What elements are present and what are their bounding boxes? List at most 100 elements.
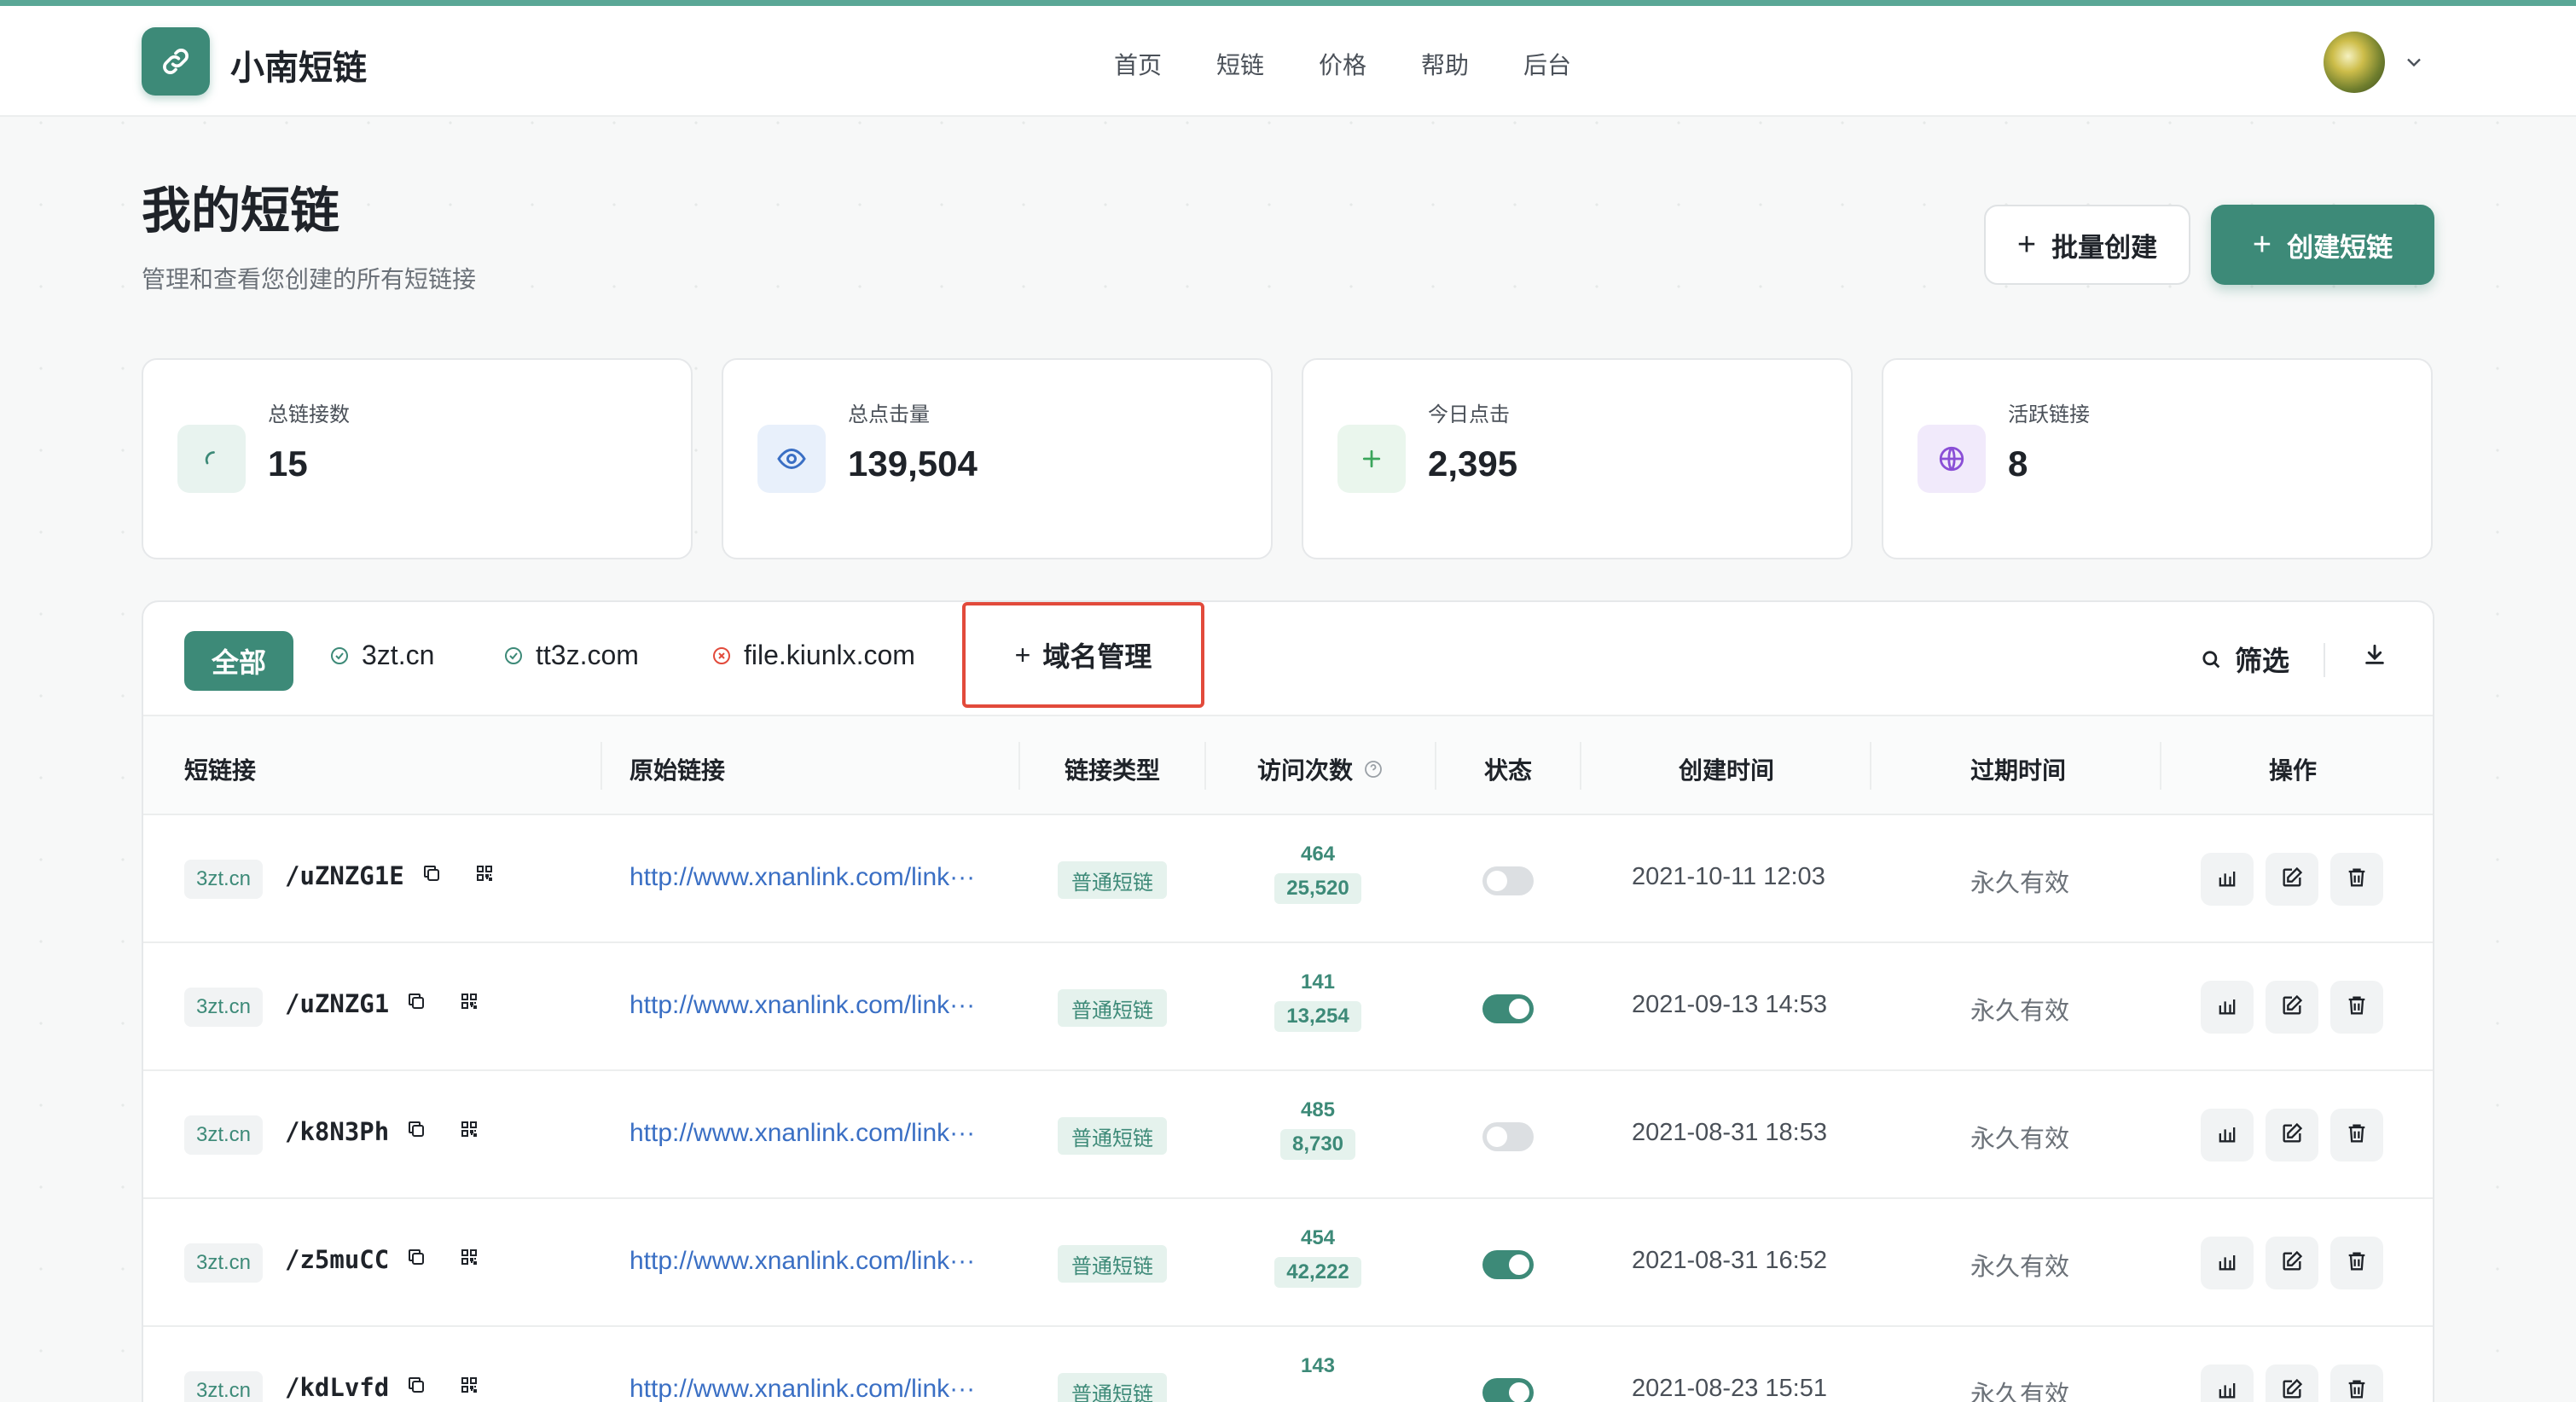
- nav-item-home[interactable]: 首页: [1114, 47, 1162, 81]
- edit-button[interactable]: [2266, 981, 2318, 1034]
- domain-badge: 3zt.cn: [184, 1371, 264, 1402]
- created-time: 2021-10-11 12:03: [1632, 863, 1825, 890]
- visits-today: 141: [1300, 970, 1336, 994]
- filter-label: 筛选: [2235, 646, 2290, 676]
- toggle-knob: [1509, 999, 1529, 1019]
- edit-button[interactable]: [2266, 1364, 2318, 1402]
- tab-domain-3zt[interactable]: 3zt.cn: [329, 640, 434, 671]
- domain-manage-label: 域名管理: [1042, 641, 1152, 672]
- stat-value: 2,395: [1428, 443, 1518, 484]
- short-code[interactable]: /uZNZG1E: [285, 861, 404, 890]
- column-header-link-type: 链接类型: [1065, 757, 1161, 784]
- help-circle-icon[interactable]: [1363, 759, 1384, 779]
- copy-icon[interactable]: [421, 863, 442, 888]
- qrcode-icon[interactable]: [459, 991, 479, 1016]
- table-row: 3zt.cn/k8N3Ph http://www.xnanlink.com/lin…: [143, 1071, 2433, 1199]
- qrcode-icon[interactable]: [459, 1247, 479, 1272]
- eye-icon: [757, 425, 826, 493]
- original-link[interactable]: http://www.xnanlink.com/link···: [629, 863, 975, 892]
- original-link[interactable]: http://www.xnanlink.com/link···: [629, 991, 975, 1020]
- nav-item-links[interactable]: 短链: [1216, 47, 1264, 81]
- stat-label: 总点击量: [848, 403, 930, 426]
- create-link-button[interactable]: + 创建短链: [2211, 205, 2434, 285]
- tab-all[interactable]: 全部: [184, 631, 293, 691]
- toggle-knob: [1509, 1254, 1529, 1275]
- status-toggle[interactable]: [1482, 1378, 1534, 1402]
- chevron-down-icon[interactable]: [2402, 50, 2426, 74]
- avatar[interactable]: [2324, 32, 2385, 93]
- column-header-original-link: 原始链接: [629, 757, 726, 784]
- short-code[interactable]: /z5muCC: [285, 1245, 389, 1274]
- stats-button[interactable]: [2201, 1109, 2254, 1162]
- copy-icon[interactable]: [406, 1375, 426, 1399]
- search-icon: [2202, 651, 2220, 669]
- stats-button[interactable]: [2201, 1237, 2254, 1289]
- edit-button[interactable]: [2266, 1237, 2318, 1289]
- visits-today: 464: [1300, 843, 1336, 866]
- visits-today: 485: [1300, 1098, 1336, 1121]
- filter-button[interactable]: 筛选: [2199, 640, 2289, 679]
- qrcode-icon[interactable]: [474, 863, 495, 888]
- delete-button[interactable]: [2330, 1364, 2383, 1402]
- tab-label: file.kiunlx.com: [744, 640, 915, 670]
- short-code[interactable]: /uZNZG1: [285, 989, 389, 1018]
- tab-label: tt3z.com: [536, 640, 639, 670]
- edit-button[interactable]: [2266, 853, 2318, 906]
- short-code[interactable]: /kdLvfd: [285, 1373, 389, 1402]
- column-divider: [1435, 742, 1436, 790]
- domain-manage-button[interactable]: + 域名管理: [962, 602, 1204, 708]
- original-link[interactable]: http://www.xnanlink.com/link···: [629, 1247, 975, 1276]
- visits-total: 13,254: [1274, 1001, 1361, 1032]
- trash-icon: [2345, 1249, 2369, 1277]
- qrcode-icon[interactable]: [459, 1119, 479, 1144]
- nav-item-admin[interactable]: 后台: [1523, 47, 1571, 81]
- domain-badge: 3zt.cn: [184, 860, 264, 899]
- trash-icon: [2345, 866, 2369, 894]
- original-link[interactable]: http://www.xnanlink.com/link···: [629, 1375, 975, 1402]
- table-row: 3zt.cn/kdLvfd http://www.xnanlink.com/lin…: [143, 1327, 2433, 1402]
- copy-icon[interactable]: [406, 1247, 426, 1272]
- delete-button[interactable]: [2330, 981, 2383, 1034]
- edit-icon: [2280, 1249, 2304, 1277]
- status-toggle[interactable]: [1482, 1250, 1534, 1279]
- short-code[interactable]: /k8N3Ph: [285, 1117, 389, 1146]
- created-time: 2021-09-13 14:53: [1632, 991, 1827, 1018]
- status-toggle[interactable]: [1482, 994, 1534, 1023]
- edit-button[interactable]: [2266, 1109, 2318, 1162]
- batch-create-label: 批量创建: [2051, 232, 2158, 263]
- delete-button[interactable]: [2330, 1237, 2383, 1289]
- original-link[interactable]: http://www.xnanlink.com/link···: [629, 1119, 975, 1148]
- visit-counts: 464 25,520: [1273, 843, 1363, 904]
- column-divider: [2160, 742, 2161, 790]
- stats-button[interactable]: [2201, 853, 2254, 906]
- qrcode-icon[interactable]: [459, 1375, 479, 1399]
- brand-name[interactable]: 小南短链: [230, 40, 367, 90]
- check-circle-icon: [505, 646, 522, 664]
- copy-icon[interactable]: [406, 1119, 426, 1144]
- copy-icon[interactable]: [406, 991, 426, 1016]
- nav-item-pricing[interactable]: 价格: [1319, 47, 1366, 81]
- nav-item-help[interactable]: 帮助: [1421, 47, 1469, 81]
- batch-create-button[interactable]: + 批量创建: [1984, 205, 2190, 285]
- bar-chart-icon: [2215, 1377, 2239, 1402]
- status-toggle[interactable]: [1482, 1122, 1534, 1151]
- table-header: 短链接 原始链接 链接类型 访问次数 状态 创建时间 过期时间 操作: [143, 716, 2433, 815]
- stat-value: 139,504: [848, 443, 978, 484]
- stat-label: 今日点击: [1428, 403, 1510, 426]
- delete-button[interactable]: [2330, 1109, 2383, 1162]
- stats-button[interactable]: [2201, 981, 2254, 1034]
- plus-icon: +: [2252, 227, 2272, 263]
- bar-chart-icon: [2215, 1249, 2239, 1277]
- delete-button[interactable]: [2330, 853, 2383, 906]
- tab-domain-tt3z[interactable]: tt3z.com: [503, 640, 639, 671]
- status-toggle[interactable]: [1482, 866, 1534, 895]
- plus-icon: +: [1014, 640, 1031, 670]
- logo-link-icon[interactable]: [142, 27, 210, 96]
- trash-icon: [2345, 1377, 2369, 1402]
- download-icon[interactable]: [2361, 641, 2388, 669]
- expire-time: 永久有效: [1970, 1254, 2070, 1281]
- stats-button[interactable]: [2201, 1364, 2254, 1402]
- expire-time: 永久有效: [1970, 1126, 2070, 1153]
- tab-domain-file-kiunlx[interactable]: file.kiunlx.com: [711, 640, 915, 671]
- check-circle-icon: [331, 646, 348, 664]
